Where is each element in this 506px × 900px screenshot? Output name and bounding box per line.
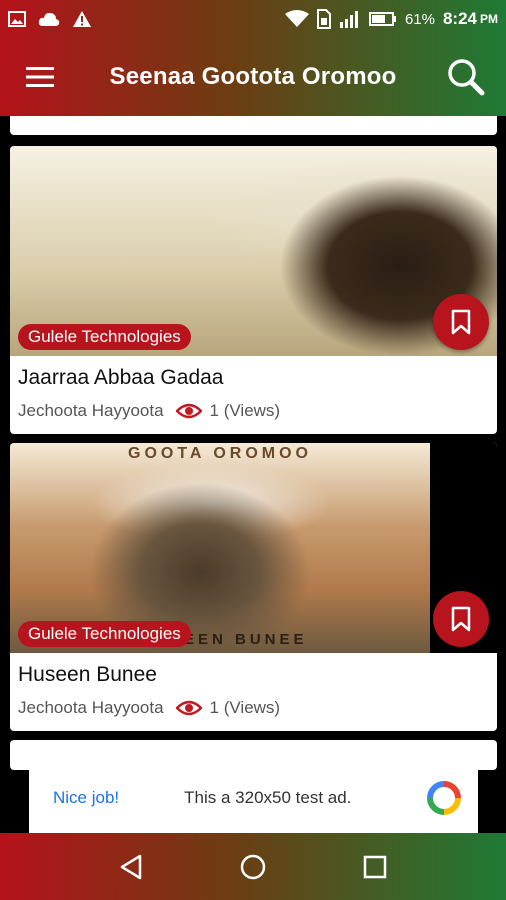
list-item-partial[interactable]	[10, 116, 497, 135]
system-nav-bar	[0, 833, 506, 900]
battery-percent: 61%	[404, 10, 435, 28]
bookmark-icon	[451, 606, 471, 632]
cloud-icon	[38, 10, 60, 28]
ad-text: This a 320x50 test ad.	[184, 788, 352, 807]
wifi-icon	[284, 10, 309, 28]
article-meta: Jechoota Hayyoota 1 (Views)	[18, 401, 280, 421]
bookmark-button[interactable]	[433, 294, 489, 350]
image-icon	[8, 11, 26, 27]
status-bar: 61% 8:24 PM	[0, 0, 506, 38]
eye-icon	[175, 403, 202, 419]
nav-back-button[interactable]	[101, 837, 161, 897]
views-count-group: 1 (Views)	[175, 698, 281, 718]
eye-icon	[175, 700, 202, 716]
back-triangle-icon	[120, 854, 142, 879]
article-category: Jechoota Hayyoota	[18, 698, 164, 717]
bookmark-button[interactable]	[433, 591, 489, 647]
article-meta: Jechoota Hayyoota 1 (Views)	[18, 698, 280, 718]
signal-icon	[339, 10, 361, 28]
battery-icon	[368, 12, 397, 26]
clock-time: 8:24	[442, 9, 477, 28]
article-card[interactable]: Gulele Technologies Jaarraa Abbaa Gadaa …	[10, 146, 497, 434]
recents-square-icon	[363, 855, 387, 878]
hamburger-menu-button[interactable]	[0, 38, 80, 116]
clock-ampm: PM	[480, 12, 498, 26]
ad-logo-icon[interactable]	[426, 780, 462, 816]
app-bar: Seenaa Gootota Oromoo	[0, 38, 506, 116]
ad-banner[interactable]: Nice job! This a 320x50 test ad.	[29, 763, 478, 833]
views-count: 1 (Views)	[209, 401, 281, 420]
hamburger-menu-icon	[26, 67, 54, 87]
nav-recents-button[interactable]	[345, 837, 405, 897]
image-caption: GOOTA OROMOO	[128, 445, 312, 462]
article-title: Jaarraa Abbaa Gadaa	[18, 366, 224, 389]
source-badge: Gulele Technologies	[18, 324, 191, 350]
article-title: Huseen Bunee	[18, 663, 157, 686]
article-list[interactable]: Gulele Technologies Jaarraa Abbaa Gadaa …	[0, 116, 506, 832]
nav-home-button[interactable]	[223, 837, 283, 897]
search-icon	[448, 59, 485, 96]
ad-headline: Nice job!	[53, 788, 120, 807]
article-card[interactable]: GOOTA OROMOO SEEN BUNEE Gulele Technolog…	[10, 443, 497, 731]
source-badge: Gulele Technologies	[18, 621, 191, 647]
home-circle-icon	[240, 854, 266, 879]
search-button[interactable]	[426, 38, 506, 116]
article-category: Jechoota Hayyoota	[18, 401, 164, 420]
warning-icon	[72, 10, 92, 28]
views-count-group: 1 (Views)	[175, 401, 281, 421]
bookmark-icon	[451, 309, 471, 335]
sim-icon	[316, 9, 331, 29]
app-title: Seenaa Gootota Oromoo	[109, 63, 397, 90]
views-count: 1 (Views)	[209, 698, 281, 717]
